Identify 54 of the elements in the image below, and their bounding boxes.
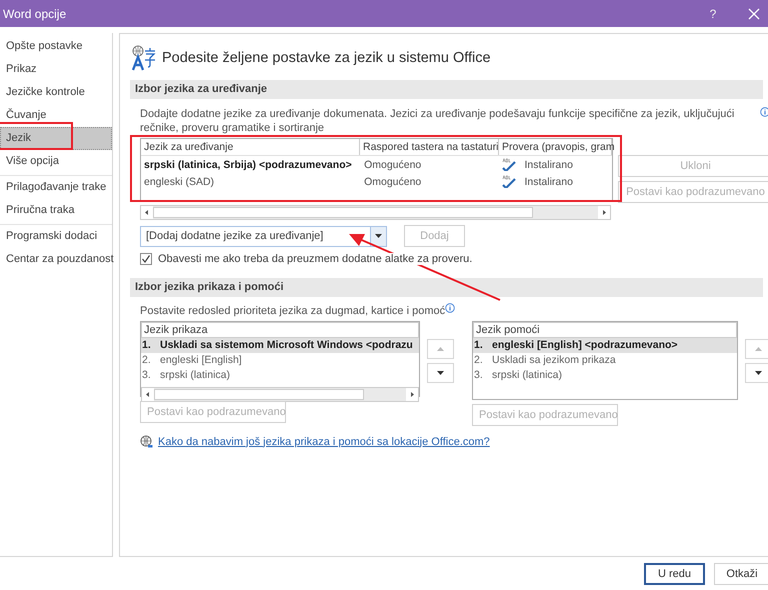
- list-item[interactable]: 1. Uskladi sa sistemom Microsoft Windows <podrazu: [141, 338, 419, 353]
- office-link[interactable]: Kako da nabavim još jezika prikaza i pomoći sa lokacije Office.com?: [158, 436, 490, 448]
- up-arrow-icon: [755, 347, 762, 351]
- scrollbar-thumb[interactable]: [153, 207, 533, 218]
- list-item[interactable]: 2. Uskladi sa jezikom prikaza: [473, 353, 737, 368]
- ok-button[interactable]: U redu: [644, 562, 705, 584]
- down-arrow-icon: [437, 371, 444, 375]
- info-icon: [760, 107, 768, 117]
- horizontal-scrollbar[interactable]: [141, 387, 419, 402]
- list-item[interactable]: 2. engleski [English]: [141, 353, 419, 368]
- cancel-button[interactable]: Otkaži: [714, 562, 768, 584]
- section-heading: Izbor jezika za uređivanje: [130, 80, 763, 99]
- column-header[interactable]: Raspored tastera na tastaturi: [360, 139, 499, 155]
- horizontal-scrollbar[interactable]: [140, 205, 611, 220]
- list-item[interactable]: 3. srpski (latinica): [473, 368, 737, 383]
- window-title: Word opcije: [2, 6, 68, 20]
- add-language-dropdown[interactable]: [Dodaj dodatne jezike za uređivanje]: [140, 226, 387, 246]
- spellcheck-icon: [502, 175, 516, 188]
- list-header: Jezik prikaza: [141, 322, 419, 338]
- sidebar-item[interactable]: Jezičke kontrole: [0, 81, 112, 104]
- sidebar-item[interactable]: Opšte postavke: [0, 35, 112, 58]
- move-down-button[interactable]: [745, 363, 768, 383]
- column-header[interactable]: Provera (pravopis, gram: [499, 139, 612, 155]
- list-header: Jezik pomoći: [473, 322, 737, 338]
- scrollbar-thumb[interactable]: [154, 389, 364, 400]
- sidebar-item[interactable]: Prilagođavanje trake: [0, 176, 112, 199]
- language-row[interactable]: srpski (latinica, Srbija) <podrazumevano> Omogućeno Instalirano: [141, 156, 612, 173]
- sidebar-item[interactable]: Programski dodaci: [0, 225, 112, 248]
- globe-icon: [140, 435, 153, 448]
- column-header[interactable]: Jezik za uređivanje: [141, 139, 360, 155]
- sidebar-item[interactable]: Priručna traka: [0, 199, 112, 222]
- down-arrow-icon: [375, 234, 382, 238]
- sidebar-item[interactable]: Jezik: [0, 127, 112, 150]
- checkbox[interactable]: [140, 253, 152, 265]
- up-arrow-icon: [437, 347, 444, 351]
- section-heading: Izbor jezika prikaza i pomoći: [130, 278, 763, 297]
- section-description: Postavite redosled prioriteta jezika za dugmad, kartice i pomoć: [140, 305, 446, 317]
- section-description: Dodajte dodatne jezike za uređivanje dokumenata. Jezici za uređivanje podešavaju funkcije specifične za jezik, uključujući rečnike, proveru gramatike i sortiranje: [140, 107, 736, 135]
- sidebar-item[interactable]: Prikaz: [0, 58, 112, 81]
- language-row[interactable]: engleski (SAD) Omogućeno Instalirano: [141, 173, 612, 190]
- move-down-button[interactable]: [427, 363, 454, 383]
- page-title: Podesite željene postavke za jezik u sistemu Office: [162, 50, 491, 66]
- language-icon: [130, 45, 156, 71]
- close-icon: [748, 8, 760, 20]
- checkbox-label: Obavesti me ako treba da preuzmem dodatne alatke za proveru.: [158, 253, 472, 265]
- info-icon: [445, 303, 456, 313]
- help-button[interactable]: ?: [698, 0, 728, 27]
- sidebar-item[interactable]: Više opcija: [0, 150, 112, 173]
- down-arrow-icon: [755, 371, 762, 375]
- spellcheck-icon: [502, 158, 516, 171]
- list-item[interactable]: 3. srpski (latinica): [141, 368, 419, 383]
- sidebar-item[interactable]: Čuvanje: [0, 104, 112, 127]
- sidebar-item[interactable]: Centar za pouzdanost: [0, 248, 112, 271]
- list-item[interactable]: 1. engleski [English] <podrazumevano>: [473, 338, 737, 353]
